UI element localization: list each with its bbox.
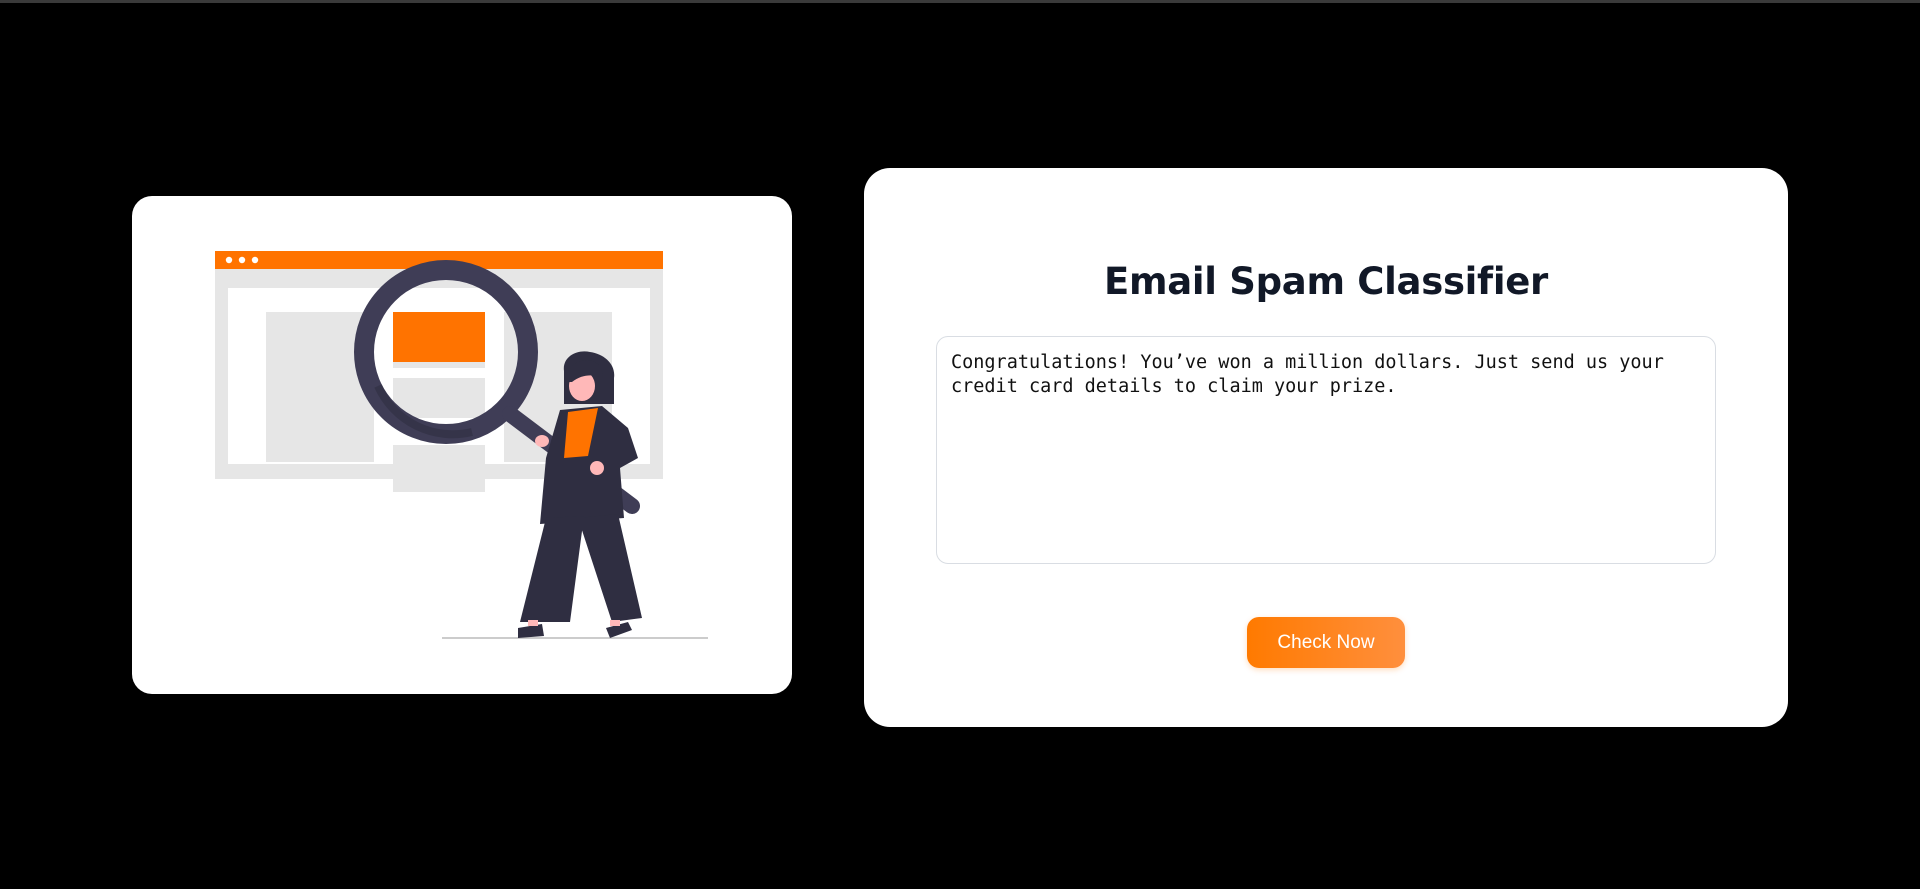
woman-hand-left xyxy=(535,435,549,447)
browser-dot-1 xyxy=(225,256,233,264)
woman-legs xyxy=(520,514,642,622)
browser-dot-3 xyxy=(251,256,259,264)
woman-ankle-right xyxy=(610,620,620,626)
woman-ankle-left xyxy=(528,620,538,626)
placeholder-block-3 xyxy=(393,378,485,418)
email-input[interactable]: Congratulations! You’ve won a million do… xyxy=(936,336,1716,564)
woman-shoe-left xyxy=(518,624,544,638)
page-title: Email Spam Classifier xyxy=(1104,260,1548,303)
classifier-card: Email Spam Classifier Congratulations! Y… xyxy=(864,168,1788,727)
window-top-border xyxy=(0,0,1920,3)
check-now-button[interactable]: Check Now xyxy=(1247,617,1405,668)
placeholder-block-4 xyxy=(393,445,485,492)
illustration-card xyxy=(132,196,792,694)
search-illustration-icon xyxy=(215,251,708,639)
highlighted-block xyxy=(393,312,485,362)
woman-hand-right xyxy=(590,461,604,475)
browser-dot-2 xyxy=(238,256,246,264)
